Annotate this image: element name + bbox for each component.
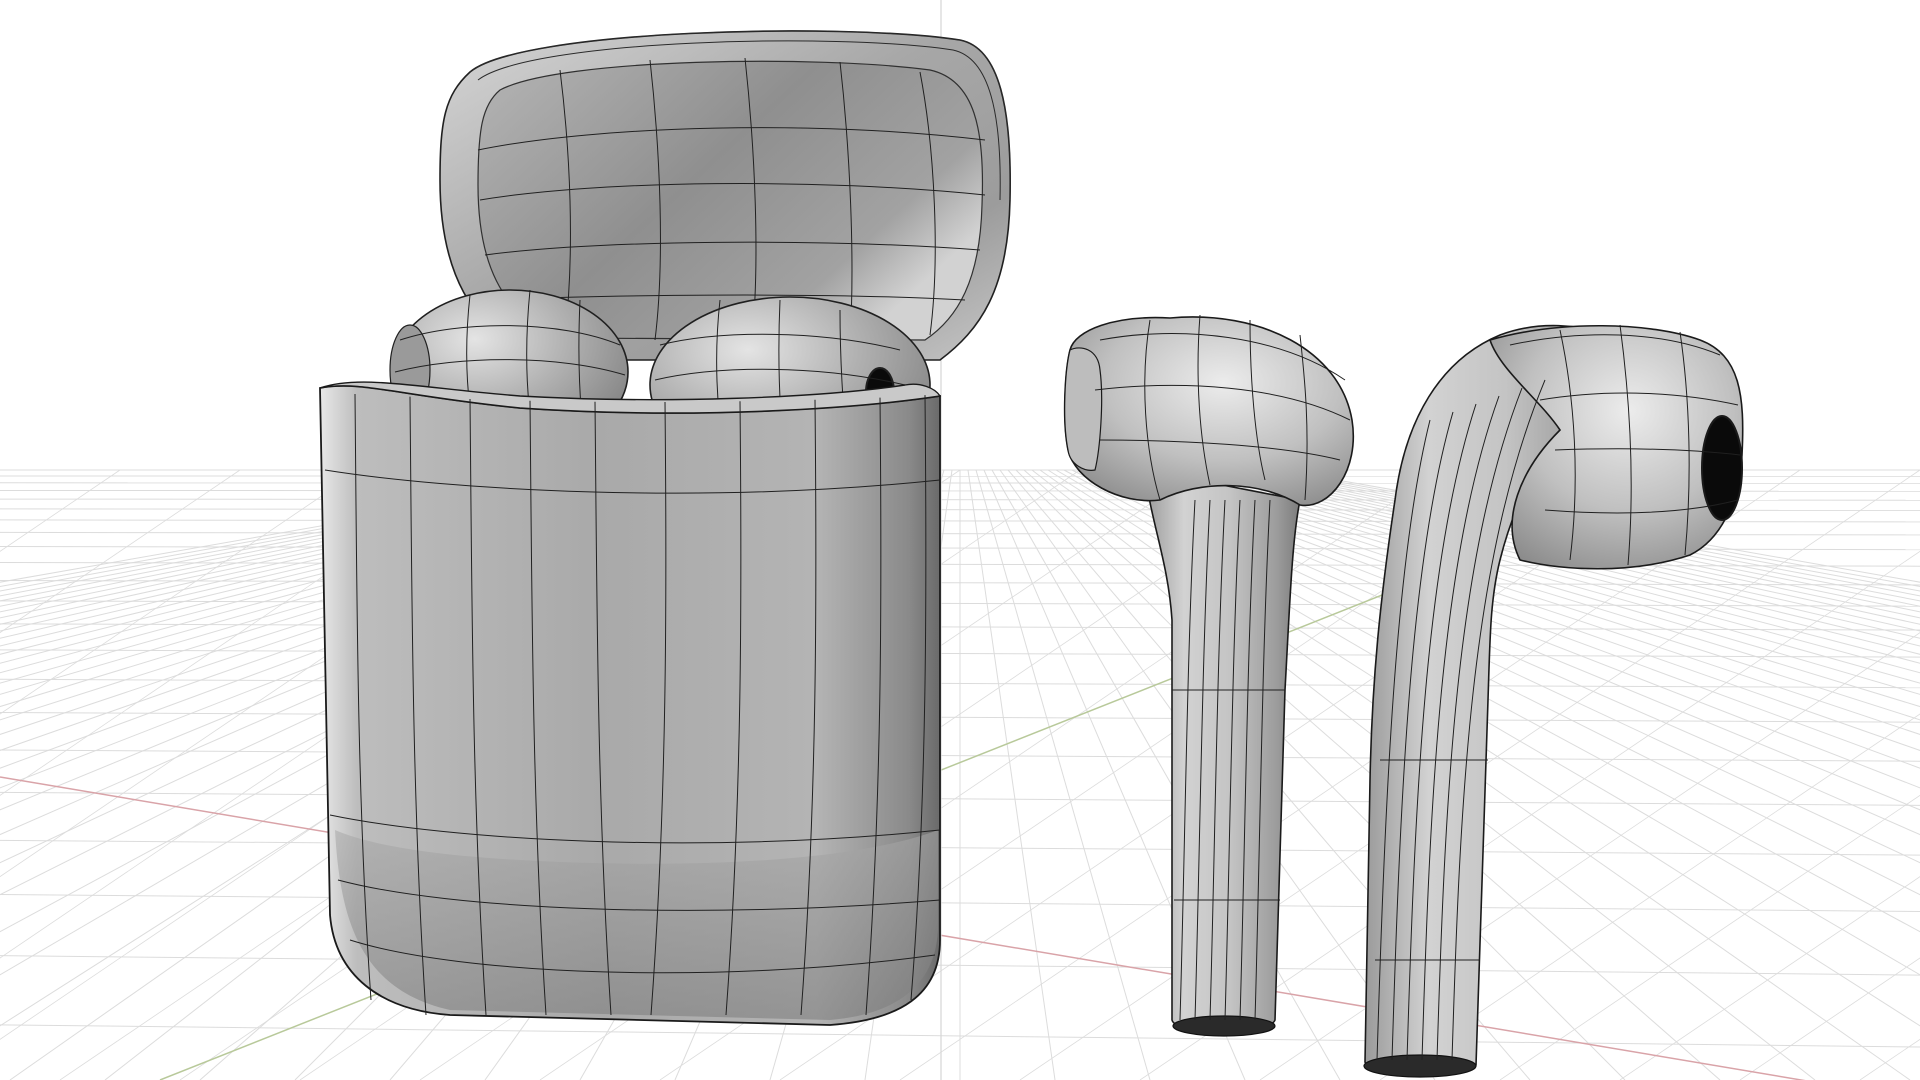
grid-line-depth: [967, 469, 1056, 1080]
grid-line-depth: [975, 469, 1151, 1080]
earbud-right-speaker-hole: [1701, 415, 1743, 521]
grid-line-diagonal: [0, 469, 121, 552]
grid-line-diagonal: [1859, 1038, 1920, 1080]
earbud-left-head: [1063, 316, 1355, 507]
earbud-right-model[interactable]: [1363, 324, 1744, 1078]
viewport-canvas[interactable]: [0, 0, 1920, 1080]
earbud-right-stem-tip: [1363, 1054, 1477, 1078]
case-body-model[interactable]: [319, 381, 942, 1026]
earbud-left-model[interactable]: [1063, 314, 1355, 1037]
earbud-left-stem-tip: [1172, 1015, 1276, 1037]
earbud-left-speaker-grille: [1064, 347, 1103, 471]
3d-viewport[interactable]: [0, 0, 1920, 1080]
